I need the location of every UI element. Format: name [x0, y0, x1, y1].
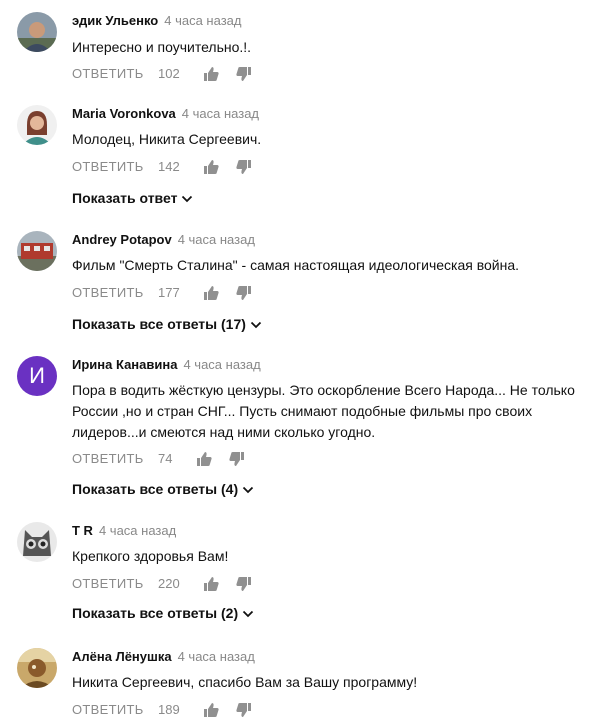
comment-text-line: лидеров...и смеются над ними сколько уго…	[72, 424, 376, 440]
reply-button[interactable]: ОТВЕТИТЬ	[72, 159, 144, 174]
comment-text: Фильм "Смерть Сталина" - самая настоящая…	[72, 255, 594, 276]
comment-time[interactable]: 4 часа назад	[164, 13, 241, 28]
like-count: 142	[158, 159, 180, 174]
comment-actions: ОТВЕТИТЬ 102	[72, 65, 251, 83]
reply-button[interactable]: ОТВЕТИТЬ	[72, 66, 144, 81]
like-count: 177	[158, 285, 180, 300]
reply-button[interactable]: ОТВЕТИТЬ	[72, 576, 144, 591]
show-replies-label: Показать все ответы (4)	[72, 481, 239, 497]
like-count: 220	[158, 576, 180, 591]
avatar[interactable]	[17, 231, 57, 271]
comment-text: Крепкого здоровья Вам!	[72, 546, 594, 567]
comment-text-line: России ,но и стран СНГ... Пусть снимают …	[72, 403, 533, 419]
comment-text-line: Никита Сергеевич, спасибо Вам за Вашу пр…	[72, 674, 418, 690]
comment-author[interactable]: Maria Voronkova	[72, 106, 176, 121]
chevron-down-icon	[242, 611, 254, 618]
thumbs-down-icon[interactable]	[236, 285, 252, 301]
avatar[interactable]: И	[17, 356, 57, 396]
comment-author[interactable]: Ирина Канавина	[72, 357, 177, 372]
comment-actions: ОТВЕТИТЬ 177	[72, 284, 251, 302]
avatar[interactable]	[17, 12, 57, 52]
comment-time[interactable]: 4 часа назад	[183, 357, 260, 372]
comment-author[interactable]: T R	[72, 523, 93, 538]
chevron-down-icon	[250, 322, 262, 329]
avatar[interactable]	[17, 522, 57, 562]
comment-text: Интересно и поучительно.!.	[72, 37, 594, 58]
like-count: 74	[158, 451, 173, 466]
comment-text: Пора в водить жёсткую цензуры. Это оскор…	[72, 380, 594, 443]
reply-button[interactable]: ОТВЕТИТЬ	[72, 285, 144, 300]
show-replies-button[interactable]: Показать ответ	[72, 189, 193, 207]
comment-text-line: Пора в водить жёсткую цензуры. Это оскор…	[72, 382, 575, 398]
show-replies-label: Показать все ответы (17)	[72, 316, 246, 332]
thumbs-up-icon[interactable]	[203, 702, 219, 718]
show-replies-button[interactable]: Показать все ответы (4)	[72, 480, 254, 498]
thumbs-down-icon[interactable]	[229, 451, 245, 467]
show-replies-label: Показать все ответы (2)	[72, 605, 239, 621]
thumbs-up-icon[interactable]	[196, 451, 212, 467]
comment-time[interactable]: 4 часа назад	[178, 232, 255, 247]
comment-time[interactable]: 4 часа назад	[178, 649, 255, 664]
reply-button[interactable]: ОТВЕТИТЬ	[72, 451, 144, 466]
comment-author[interactable]: Алёна Лёнушка	[72, 649, 172, 664]
comment-text: Молодец, Никита Сергеевич.	[72, 129, 594, 150]
thumbs-up-icon[interactable]	[203, 285, 219, 301]
thumbs-up-icon[interactable]	[203, 66, 219, 82]
thumbs-up-icon[interactable]	[203, 159, 219, 175]
comment-actions: ОТВЕТИТЬ 189	[72, 701, 251, 719]
chevron-down-icon	[182, 196, 193, 203]
comment-text-line: Фильм "Смерть Сталина" - самая настоящая…	[72, 257, 520, 273]
like-count: 189	[158, 702, 180, 717]
thumbs-down-icon[interactable]	[236, 702, 252, 718]
thumbs-down-icon[interactable]	[236, 159, 252, 175]
thumbs-down-icon[interactable]	[236, 576, 252, 592]
show-replies-button[interactable]: Показать все ответы (2)	[72, 604, 254, 622]
comment-author[interactable]: эдик Ульенко	[72, 13, 158, 28]
comment-actions: ОТВЕТИТЬ 220	[72, 575, 251, 593]
comment-actions: ОТВЕТИТЬ 74	[72, 450, 244, 468]
comment-time[interactable]: 4 часа назад	[99, 523, 176, 538]
comment-text-line: Интересно и поучительно.!.	[72, 39, 252, 55]
thumbs-down-icon[interactable]	[236, 66, 252, 82]
comment-text: Никита Сергеевич, спасибо Вам за Вашу пр…	[72, 672, 594, 693]
avatar[interactable]	[17, 648, 57, 688]
comment-actions: ОТВЕТИТЬ 142	[72, 158, 251, 176]
avatar[interactable]	[17, 105, 57, 145]
comment-author[interactable]: Andrey Potapov	[72, 232, 172, 247]
show-replies-button[interactable]: Показать все ответы (17)	[72, 315, 262, 333]
comment-time[interactable]: 4 часа назад	[182, 106, 259, 121]
thumbs-up-icon[interactable]	[203, 576, 219, 592]
reply-button[interactable]: ОТВЕТИТЬ	[72, 702, 144, 717]
comment-text-line: Молодец, Никита Сергеевич.	[72, 131, 262, 147]
comment-text-line: Крепкого здоровья Вам!	[72, 548, 229, 564]
show-replies-label: Показать ответ	[72, 190, 178, 206]
chevron-down-icon	[242, 487, 254, 494]
like-count: 102	[158, 66, 180, 81]
